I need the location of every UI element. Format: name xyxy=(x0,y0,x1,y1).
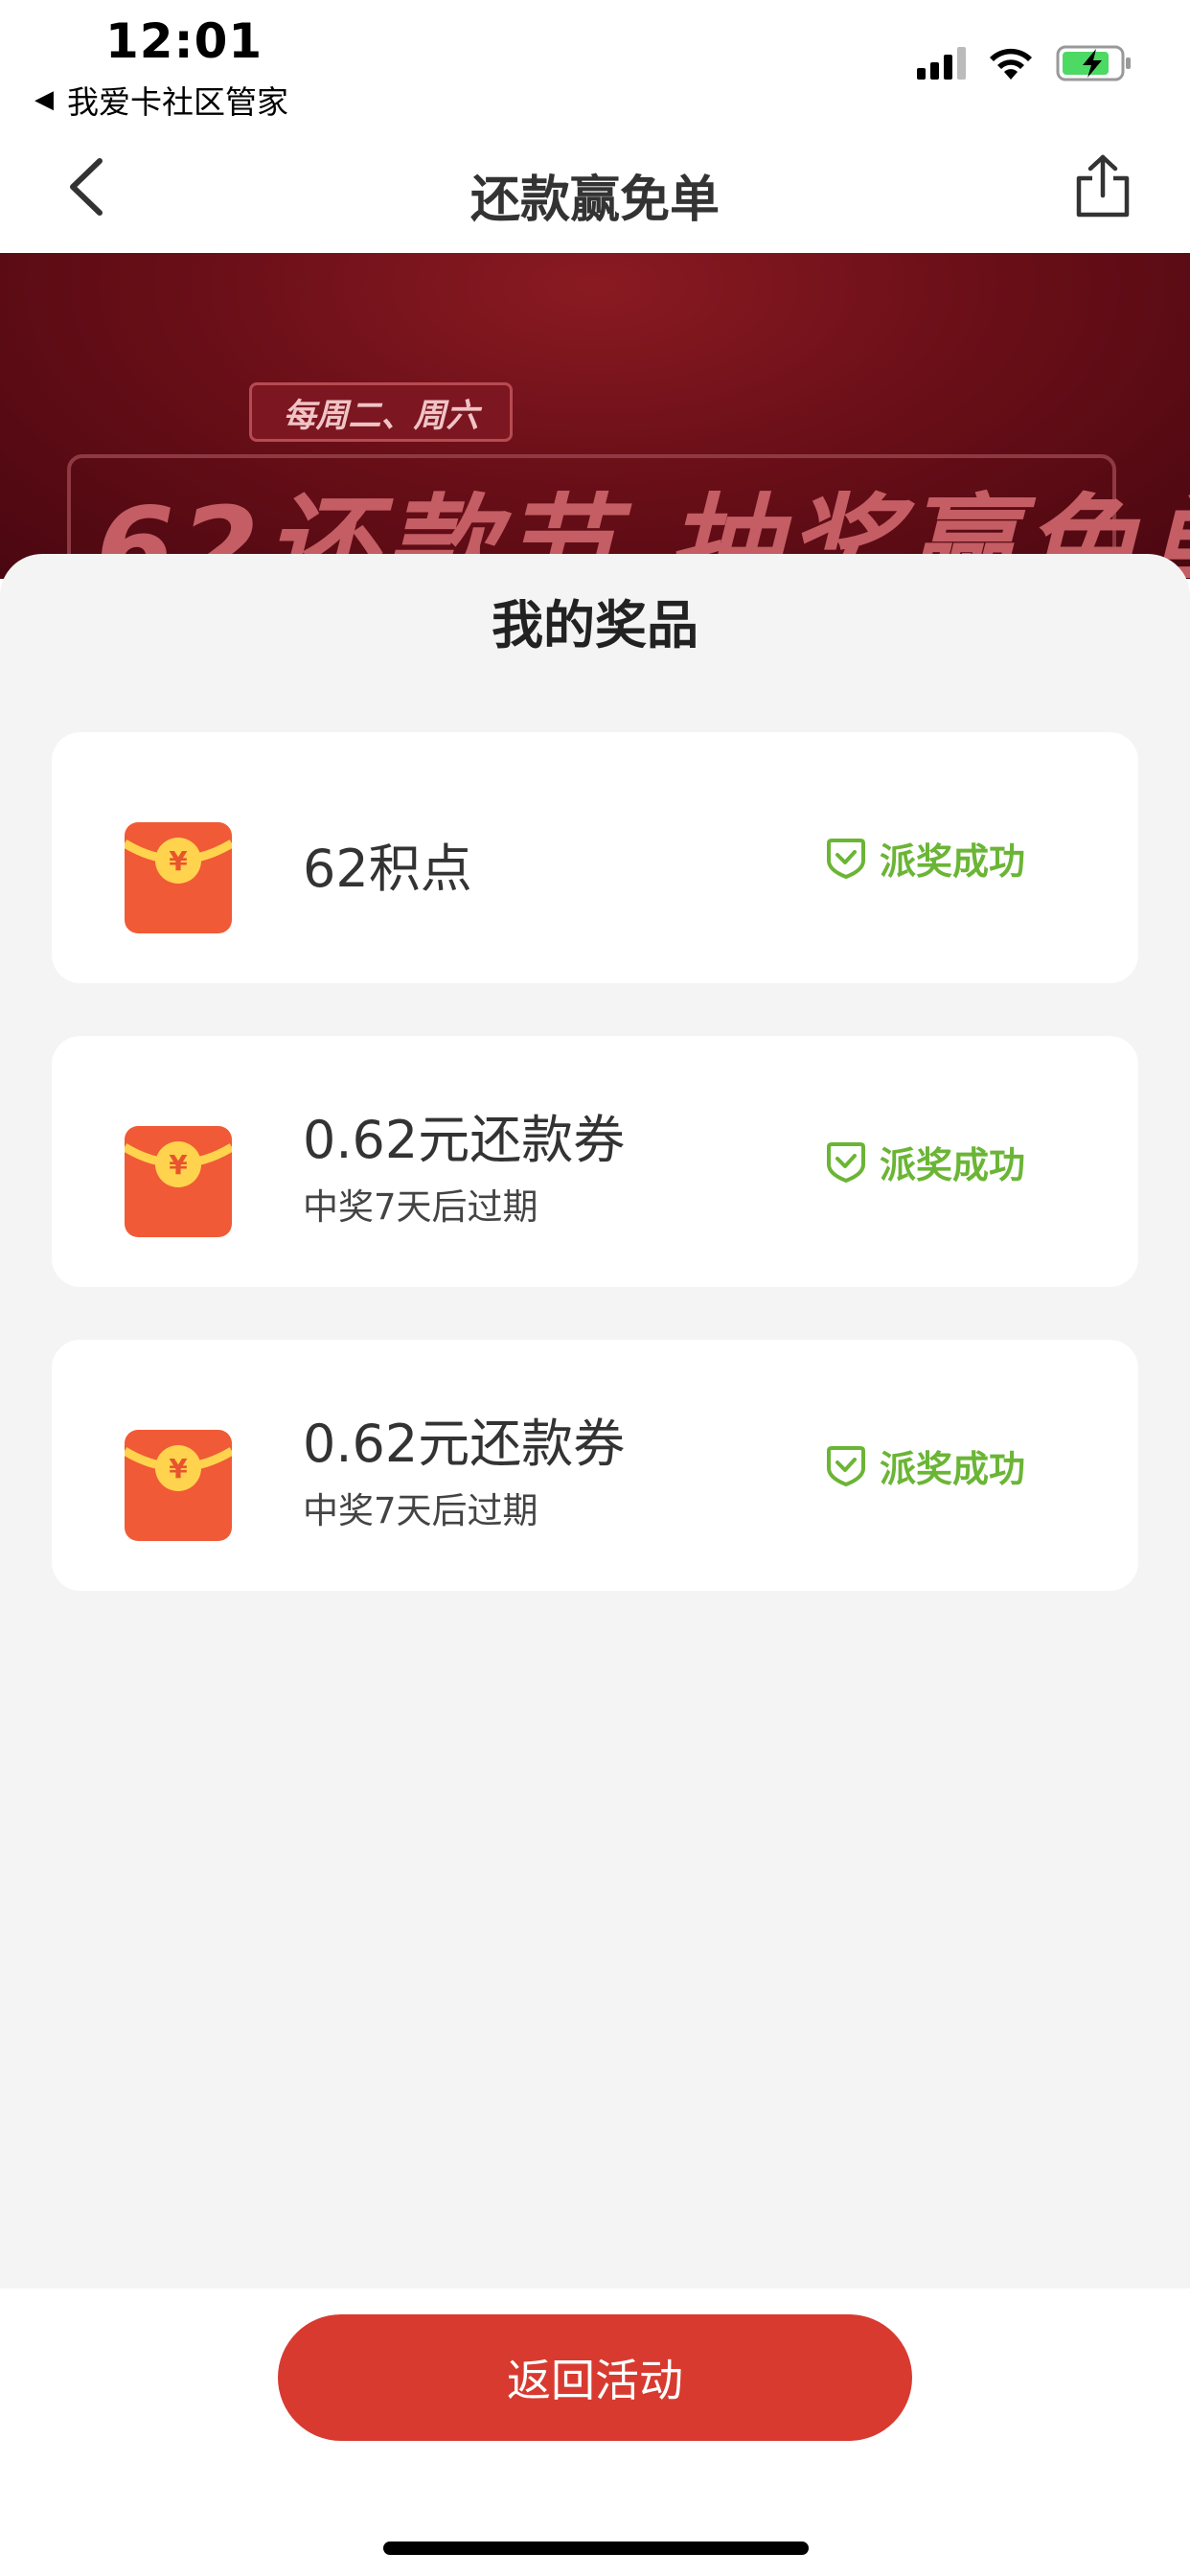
svg-text:¥: ¥ xyxy=(169,1149,188,1181)
prize-status-label: 派奖成功 xyxy=(880,1448,1026,1490)
prize-name: 62积点 xyxy=(303,839,472,899)
prize-card: ¥ 0.62元还款券 中奖7天后过期 派奖成功 xyxy=(52,1036,1138,1287)
back-triangle-icon: ◀ xyxy=(34,85,54,114)
status-icons xyxy=(917,44,1133,82)
shield-check-icon xyxy=(827,838,865,879)
my-prizes-sheet: 我的奖品 ¥ 62积点 派奖成功 ¥ 0.62元还款券 中奖7天后过期 派奖成功… xyxy=(0,554,1190,2576)
red-envelope-icon: ¥ xyxy=(125,1126,232,1237)
banner-tag: 每周二、周六 xyxy=(249,382,513,442)
prize-status: 派奖成功 xyxy=(826,832,1025,885)
bottom-action-bar: 返回活动 xyxy=(0,2288,1190,2576)
prize-status-label: 派奖成功 xyxy=(880,1144,1026,1186)
prize-status: 派奖成功 xyxy=(826,1136,1025,1188)
battery-charging-icon xyxy=(1056,45,1131,81)
return-to-activity-button[interactable]: 返回活动 xyxy=(278,2314,912,2441)
svg-text:¥: ¥ xyxy=(169,1453,188,1484)
app-screen: 12:01 ◀ 我爱卡社区管家 还款赢免单 每周二、周六 62还款节 抽奖赢免单… xyxy=(0,0,1190,2576)
status-time: 12:01 xyxy=(105,13,263,69)
status-bar: 12:01 ◀ 我爱卡社区管家 xyxy=(0,0,1190,125)
home-indicator[interactable] xyxy=(383,2542,809,2555)
promo-banner: 每周二、周六 62还款节 抽奖赢免单 xyxy=(0,253,1190,579)
back-app-label: 我爱卡社区管家 xyxy=(67,83,288,121)
navigation-bar: 还款赢免单 xyxy=(0,125,1190,253)
red-envelope-icon: ¥ xyxy=(125,822,232,933)
shield-check-icon xyxy=(827,1141,865,1183)
wifi-icon xyxy=(990,48,1032,80)
back-to-app-link[interactable]: ◀ 我爱卡社区管家 xyxy=(34,77,288,123)
prize-name: 0.62元还款券 xyxy=(303,1110,626,1170)
prize-status: 派奖成功 xyxy=(826,1439,1025,1492)
svg-text:¥: ¥ xyxy=(169,845,188,877)
sheet-title: 我的奖品 xyxy=(492,595,698,656)
shield-check-icon xyxy=(827,1445,865,1486)
cellular-signal-icon xyxy=(917,47,966,80)
prize-expiry: 中奖7天后过期 xyxy=(303,1186,538,1228)
prize-card: ¥ 62积点 派奖成功 xyxy=(52,732,1138,983)
red-envelope-icon: ¥ xyxy=(125,1430,232,1541)
prize-status-label: 派奖成功 xyxy=(880,840,1026,883)
prize-card: ¥ 0.62元还款券 中奖7天后过期 派奖成功 xyxy=(52,1340,1138,1591)
share-icon[interactable] xyxy=(1069,153,1136,220)
prize-name: 0.62元还款券 xyxy=(303,1414,626,1474)
prize-expiry: 中奖7天后过期 xyxy=(303,1490,538,1531)
page-title: 还款赢免单 xyxy=(469,172,720,229)
